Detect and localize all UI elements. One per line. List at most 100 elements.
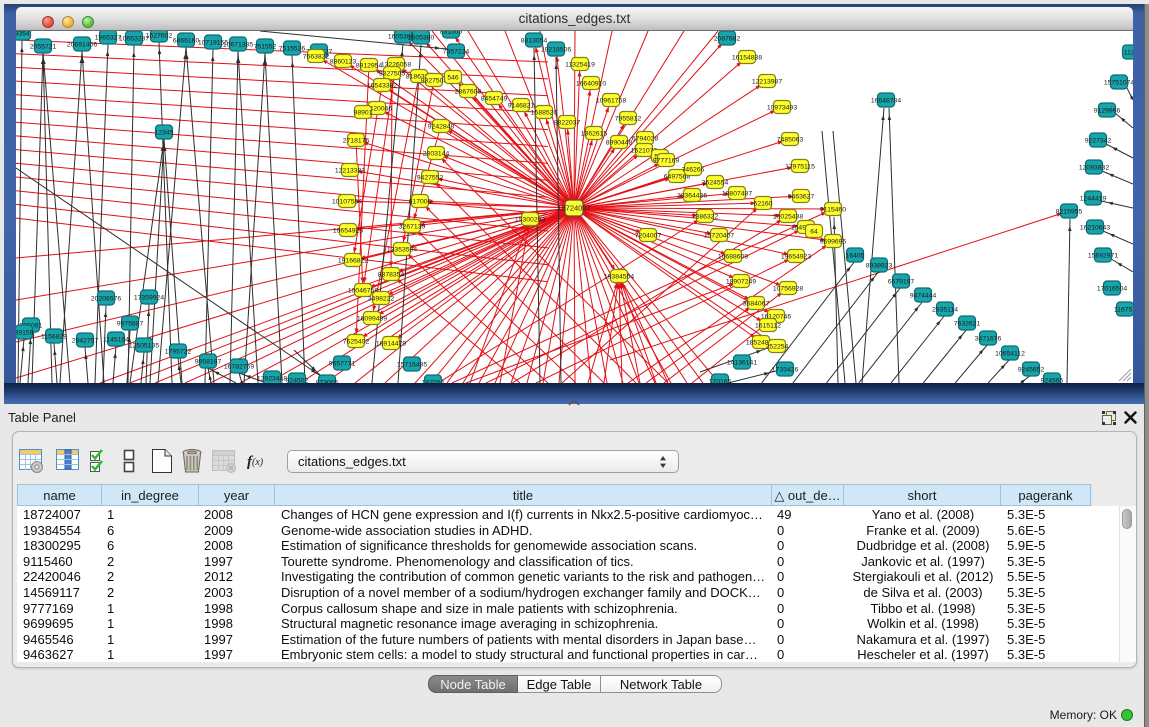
svg-text:7204007: 7204007 xyxy=(635,232,662,239)
svg-text:6794028: 6794028 xyxy=(632,135,659,142)
svg-text:2087682: 2087682 xyxy=(714,35,741,42)
svg-text:19654925: 19654925 xyxy=(333,227,363,234)
svg-text:16099489: 16099489 xyxy=(357,315,387,322)
svg-text:10653287: 10653287 xyxy=(119,35,149,42)
svg-text:170165: 170165 xyxy=(709,378,732,383)
svg-text:7485063: 7485063 xyxy=(777,136,804,143)
svg-text:9474444: 9474444 xyxy=(910,292,937,299)
svg-text:9227342: 9227342 xyxy=(1085,137,1112,144)
svg-text:1121: 1121 xyxy=(1124,49,1133,56)
svg-text:7357224: 7357224 xyxy=(443,48,470,55)
svg-text:15716485: 15716485 xyxy=(397,361,427,368)
svg-text:7515526: 7515526 xyxy=(279,45,306,52)
svg-text:1156829: 1156829 xyxy=(41,333,67,340)
svg-text:1588520: 1588520 xyxy=(531,109,558,116)
svg-text:13353594: 13353594 xyxy=(387,246,417,253)
svg-text:9699695: 9699695 xyxy=(820,238,847,245)
svg-text:62160: 62160 xyxy=(754,200,773,207)
svg-text:3267130: 3267130 xyxy=(399,223,426,230)
svg-text:10807487: 10807487 xyxy=(722,190,752,197)
svg-text:2867608: 2867608 xyxy=(455,88,482,95)
svg-text:8813054: 8813054 xyxy=(521,37,548,44)
svg-text:8215955: 8215955 xyxy=(1056,208,1083,215)
svg-text:6679197: 6679197 xyxy=(888,278,915,285)
svg-text:9975887: 9975887 xyxy=(117,320,144,327)
svg-text:10107554: 10107554 xyxy=(332,198,362,205)
svg-text:20206576: 20206576 xyxy=(91,295,121,302)
svg-text:9146821: 9146821 xyxy=(508,102,535,109)
svg-text:9245652: 9245652 xyxy=(1018,366,1045,373)
svg-text:16640910: 16640910 xyxy=(576,80,606,87)
svg-text:15720407: 15720407 xyxy=(704,232,734,239)
svg-text:1733426: 1733426 xyxy=(772,366,799,373)
svg-text:1795722: 1795722 xyxy=(165,348,192,355)
svg-text:15751074: 15751074 xyxy=(1104,79,1133,86)
svg-text:1615112: 1615112 xyxy=(755,322,781,329)
svg-text:9463627: 9463627 xyxy=(788,193,815,200)
svg-text:9327508: 9327508 xyxy=(421,77,448,84)
svg-text:64: 64 xyxy=(810,228,818,235)
svg-text:17975115: 17975115 xyxy=(785,163,815,170)
svg-text:16648784: 16648784 xyxy=(871,97,901,104)
svg-text:6466160: 6466160 xyxy=(173,37,200,44)
svg-text:1362615: 1362615 xyxy=(581,130,608,137)
svg-text:12093832: 12093832 xyxy=(1079,164,1109,171)
svg-text:187054: 187054 xyxy=(422,379,445,383)
svg-text:2718176: 2718176 xyxy=(343,137,370,144)
svg-text:12213383: 12213383 xyxy=(335,167,365,174)
svg-text:924565: 924565 xyxy=(1041,377,1064,383)
svg-text:10961758: 10961758 xyxy=(596,97,626,104)
svg-text:924502: 924502 xyxy=(286,377,309,383)
svg-text:7663822: 7663822 xyxy=(303,53,330,60)
svg-text:18907249: 18907249 xyxy=(726,278,756,285)
svg-text:19166822: 19166822 xyxy=(338,257,368,264)
svg-text:7955812: 7955812 xyxy=(615,115,642,122)
svg-text:16405: 16405 xyxy=(846,252,865,259)
svg-text:831305: 831305 xyxy=(440,31,463,35)
svg-text:20364436: 20364436 xyxy=(677,192,707,199)
svg-text:9777169: 9777169 xyxy=(653,157,680,164)
svg-text:20691406: 20691406 xyxy=(67,41,97,48)
svg-text:8938923: 8938923 xyxy=(866,262,893,269)
svg-text:2803144: 2803144 xyxy=(423,150,450,157)
svg-text:9657771: 9657771 xyxy=(329,360,356,367)
svg-text:252254: 252254 xyxy=(766,343,789,350)
svg-text:39159: 39159 xyxy=(16,329,34,336)
svg-text:1244419: 1244419 xyxy=(1080,195,1107,202)
svg-text:8990448: 8990448 xyxy=(606,139,633,146)
svg-text:(x): (x) xyxy=(252,457,264,468)
svg-text:10025438: 10025438 xyxy=(773,213,803,220)
svg-text:617006: 617006 xyxy=(409,198,432,205)
svg-text:19654923: 19654923 xyxy=(781,253,811,260)
svg-text:12505135: 12505135 xyxy=(129,342,159,349)
svg-text:11325419: 11325419 xyxy=(565,61,595,68)
svg-text:1965327: 1965327 xyxy=(95,34,122,41)
svg-text:12345: 12345 xyxy=(155,129,174,136)
svg-text:14136141: 14136141 xyxy=(727,359,757,366)
svg-text:751552: 751552 xyxy=(254,43,277,50)
svg-text:2055721: 2055721 xyxy=(30,43,57,50)
svg-text:8454749: 8454749 xyxy=(481,95,508,102)
svg-text:19218506: 19218506 xyxy=(541,46,571,53)
svg-text:18724007: 18724007 xyxy=(557,204,590,213)
svg-text:9129966: 9129966 xyxy=(1094,107,1121,114)
svg-text:19384554: 19384554 xyxy=(604,273,634,280)
svg-text:12213987: 12213987 xyxy=(752,78,782,85)
svg-text:7625402: 7625402 xyxy=(343,338,370,345)
svg-text:3624554: 3624554 xyxy=(702,179,729,186)
svg-text:17359924: 17359924 xyxy=(134,294,164,301)
svg-text:98901: 98901 xyxy=(354,109,373,116)
svg-text:10756928: 10756928 xyxy=(773,285,803,292)
svg-text:8912954: 8912954 xyxy=(356,62,383,69)
svg-text:16782759: 16782759 xyxy=(224,363,254,370)
svg-text:8822037: 8822037 xyxy=(554,119,581,126)
svg-text:10671385: 10671385 xyxy=(223,41,253,48)
svg-text:8878354: 8878354 xyxy=(378,271,405,278)
svg-text:15300293: 15300293 xyxy=(515,216,545,223)
svg-text:2942757: 2942757 xyxy=(72,337,99,344)
svg-text:9327505: 9327505 xyxy=(379,70,406,77)
svg-text:1145194: 1145194 xyxy=(103,336,129,343)
svg-text:2935114: 2935114 xyxy=(932,306,958,313)
svg-text:17016504: 17016504 xyxy=(1097,285,1127,292)
svg-text:9427552: 9427552 xyxy=(417,174,444,181)
